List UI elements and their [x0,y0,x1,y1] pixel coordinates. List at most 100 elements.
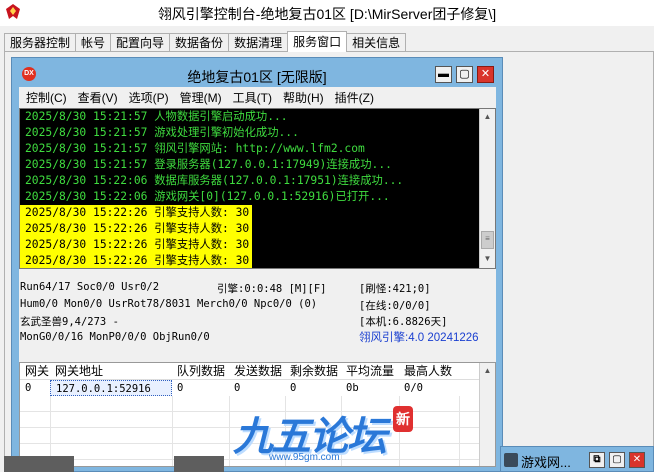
col-gate-address[interactable]: 网关地址 [50,363,172,379]
minimized-game-gate-window[interactable]: 游戏网... ⧉ ▢ ✕ [500,446,654,472]
log-line: 2025/8/30 15:22:26 引擎支持人数: 30 [20,253,253,268]
app-title-bar: 翎风引擎控制台-绝地复古01区 [D:\MirServer团子修复\] [0,0,654,26]
tab-related-info[interactable]: 相关信息 [346,33,407,52]
log-line: 2025/8/30 15:21:57 游戏处理引擎初始化成功... [25,126,299,139]
app-title: 翎风引擎控制台-绝地复古01区 [D:\MirServer团子修复\] [157,6,497,22]
cell-queue-data: 0 [177,382,184,394]
table-row[interactable]: 0 127.0.0.1:52916 0 0 0 0b 0/0 [20,380,480,396]
game-server-title: 绝地复古01区 [无限版] [187,69,327,85]
scroll-down-icon[interactable]: ▼ [480,251,495,267]
status-run: Run64/17 Soc0/0 Usr0/2 [20,281,160,293]
minimize-button[interactable]: ▬ [435,66,452,83]
menu-view[interactable]: 查看(V) [74,89,125,106]
grid-line [172,412,173,428]
grid-line [50,396,51,412]
cell-gate-address: 127.0.0.1:52916 [50,380,172,396]
log-row: 2025/8/30 15:22:06 数据库服务器(127.0.0.1:1795… [20,173,480,189]
status-engine: 引擎:0:0:48 [M][F] [217,283,327,295]
tab-server-control[interactable]: 服务器控制 [4,33,77,52]
menu-manage[interactable]: 管理(M) [176,89,229,106]
status-beast: 玄武圣兽9,4/273 - [20,316,119,328]
tab-service-window[interactable]: 服务窗口 [287,31,348,52]
log-row: 2025/8/30 15:22:26 引擎支持人数: 30 [20,205,480,221]
menu-tools[interactable]: 工具(T) [229,89,279,106]
log-row: 2025/8/30 15:21:57 登录服务器(127.0.0.1:17949… [20,157,480,173]
cell-remain-data: 0 [290,382,297,394]
maximize-button[interactable]: ▢ [456,66,473,83]
col-max-users[interactable]: 最高人数 [399,363,459,379]
restore-button[interactable]: ⧉ [589,452,605,468]
log-row: 2025/8/30 15:22:26 引擎支持人数: 30 [20,221,480,237]
minimized-window-fragment[interactable] [174,456,224,472]
status-online: [在线:0/0/0] [359,300,431,312]
gate-table-header: 网关 网关地址 队列数据 发送数据 剩余数据 平均流量 最高人数 [20,363,480,380]
status-refresh: [刷怪:421;0] [359,283,431,295]
cell-max-users: 0/0 [404,382,423,394]
log-line: 2025/8/30 15:21:57 登录服务器(127.0.0.1:17949… [25,158,392,171]
log-line: 2025/8/30 15:22:06 游戏网关[0](127.0.0.1:529… [25,190,390,203]
status-mong: MonG0/0/16 MonP0/0/0 ObjRun0/0 [20,331,210,343]
minimized-windows-strip [4,456,224,472]
log-scrollbar[interactable]: ▲ ≡ ▼ [479,109,495,268]
game-server-title-bar[interactable]: DX 绝地复古01区 [无限版] ▬ ▢ ✕ [12,58,502,88]
log-line: 2025/8/30 15:22:26 引擎支持人数: 30 [20,221,253,237]
col-avg-traffic[interactable]: 平均流量 [341,363,399,379]
minimized-window-fragment[interactable] [4,456,74,472]
log-row: 2025/8/30 15:21:57 翎风引擎网站: http://www.lf… [20,141,480,157]
grid-line [459,460,460,466]
log-line: 2025/8/30 15:21:57 翎风引擎网站: http://www.lf… [25,142,365,155]
menu-help[interactable]: 帮助(H) [279,89,331,106]
menu-control[interactable]: 控制(C) [22,89,74,106]
grid-line [459,428,460,444]
watermark-seal: 新 [393,406,413,432]
forum-watermark: 九五论坛 www.95gm.com 新 [225,404,415,472]
grid-line [172,428,173,444]
status-local: [本机:6.8826天] [359,316,448,328]
col-remain-data[interactable]: 剩余数据 [285,363,341,379]
menu-plugins[interactable]: 插件(Z) [331,89,381,106]
menu-bar: 控制(C) 查看(V) 选项(P) 管理(M) 工具(T) 帮助(H) 插件(Z… [19,87,496,107]
log-lines: 2025/8/30 15:21:57 人物数据引擎启动成功... 2025/8/3… [20,109,480,268]
close-button[interactable]: ✕ [477,66,494,83]
close-button[interactable]: ✕ [629,452,645,468]
grid-line [459,412,460,428]
engine-version: 翎风引擎:4.0 20241226 [359,332,479,344]
log-line: 2025/8/30 15:22:26 引擎支持人数: 30 [20,205,253,221]
scroll-thumb[interactable]: ≡ [481,231,494,249]
grid-line [50,428,51,444]
menu-options[interactable]: 选项(P) [125,89,176,106]
log-line: 2025/8/30 15:22:06 数据库服务器(127.0.0.1:1795… [25,174,404,187]
tab-data-backup[interactable]: 数据备份 [169,33,230,52]
scroll-up-icon[interactable]: ▲ [480,109,495,125]
log-row: 2025/8/30 15:22:26 引擎支持人数: 30 [20,253,480,268]
log-row: 2025/8/30 15:21:57 游戏处理引擎初始化成功... [20,125,480,141]
status-panel: Run64/17 Soc0/0 Usr0/2 引擎:0:0:48 [M][F] … [19,273,496,355]
grid-line [459,444,460,460]
log-line: 2025/8/30 15:21:57 人物数据引擎启动成功... [25,110,288,123]
col-gate[interactable]: 网关 [20,363,50,379]
cell-avg-traffic: 0b [346,382,359,394]
gate-scrollbar[interactable]: ▲ [479,363,495,466]
grid-line [172,396,173,412]
watermark-url: www.95gm.com [269,452,340,463]
log-line: 2025/8/30 15:22:26 引擎支持人数: 30 [20,237,253,253]
gate-window-title: 游戏网... [521,455,571,470]
status-hum: Hum0/0 Mon0/0 UsrRot78/8031 Merch0/0 Npc… [20,298,318,310]
tab-data-cleanup[interactable]: 数据清理 [228,33,289,52]
tab-account[interactable]: 帐号 [75,33,112,52]
grid-line [459,396,460,412]
gate-scroll-up-icon[interactable]: ▲ [480,363,495,379]
log-row: 2025/8/30 15:21:57 人物数据引擎启动成功... [20,109,480,125]
tab-config-wizard[interactable]: 配置向导 [110,33,171,52]
log-row: 2025/8/30 15:22:26 引擎支持人数: 30 [20,237,480,253]
cell-gate: 0 [25,382,32,394]
maximize-button[interactable]: ▢ [609,452,625,468]
log-console[interactable]: 2025/8/30 15:21:57 人物数据引擎启动成功... 2025/8/3… [19,108,496,269]
gate-window-icon [504,453,518,467]
col-send-data[interactable]: 发送数据 [229,363,285,379]
cell-send-data: 0 [234,382,241,394]
grid-line [50,412,51,428]
log-row: 2025/8/30 15:22:06 游戏网关[0](127.0.0.1:529… [20,189,480,205]
main-tabs: 服务器控制 帐号 配置向导 数据备份 数据清理 服务窗口 相关信息 [4,31,407,52]
col-queue-data[interactable]: 队列数据 [172,363,229,379]
